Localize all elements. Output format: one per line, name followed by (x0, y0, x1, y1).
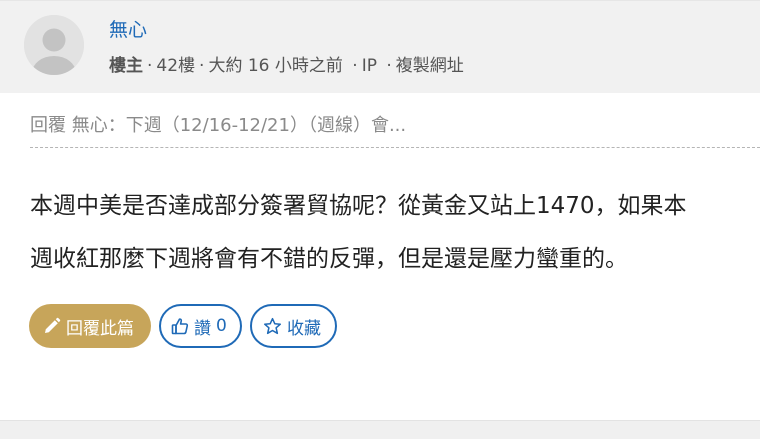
floor-number: 42樓 (156, 56, 196, 76)
like-button[interactable]: 讚 0 (159, 304, 242, 348)
favorite-button-label: 收藏 (287, 318, 321, 339)
favorite-button[interactable]: 收藏 (250, 304, 337, 348)
post-actions: 回覆此篇 讚 0 收藏 (29, 304, 337, 348)
meta-separator: · (147, 56, 153, 76)
like-count: 0 (216, 316, 227, 336)
reply-button-label: 回覆此篇 (66, 318, 134, 339)
post-meta: 樓主 · 42樓 · 大約 16 小時之前 · IP · 複製網址 (109, 51, 464, 76)
reply-button[interactable]: 回覆此篇 (29, 304, 151, 348)
post-body: 本週中美是否達成部分簽署貿協呢？從黃金又站上1470，如果本 週收紅那麼下週將會… (30, 180, 760, 286)
meta-separator: · (199, 56, 205, 76)
pencil-icon (45, 317, 61, 333)
author-name[interactable]: 無心 (109, 15, 147, 42)
default-user-avatar-icon (24, 15, 84, 75)
like-button-label: 讚 (194, 318, 211, 339)
ip-link[interactable]: IP (362, 56, 377, 76)
thumbs-up-icon (171, 318, 189, 335)
author-role-badge: 樓主 (109, 56, 143, 76)
quoted-reply[interactable]: 回覆 無心：下週（12/16-12/21）（週線）會... (30, 111, 760, 137)
post-header: 無心 樓主 · 42樓 · 大約 16 小時之前 · IP · 複製網址 (0, 0, 760, 93)
post-time: 大約 16 小時之前 (208, 56, 343, 76)
meta-separator: · (346, 56, 358, 76)
post-body-line: 週收紅那麼下週將會有不錯的反彈，但是還是壓力蠻重的。 (30, 246, 628, 272)
avatar[interactable] (24, 15, 84, 75)
star-icon (263, 317, 282, 334)
copy-link-button[interactable]: 複製網址 (396, 56, 464, 76)
post-card: 無心 樓主 · 42樓 · 大約 16 小時之前 · IP · 複製網址 回覆 無心：下週（… (0, 0, 760, 421)
meta-separator: · (380, 56, 392, 76)
post-body-line: 本週中美是否達成部分簽署貿協呢？從黃金又站上1470，如果本 (30, 193, 687, 219)
quote-divider (30, 147, 760, 148)
